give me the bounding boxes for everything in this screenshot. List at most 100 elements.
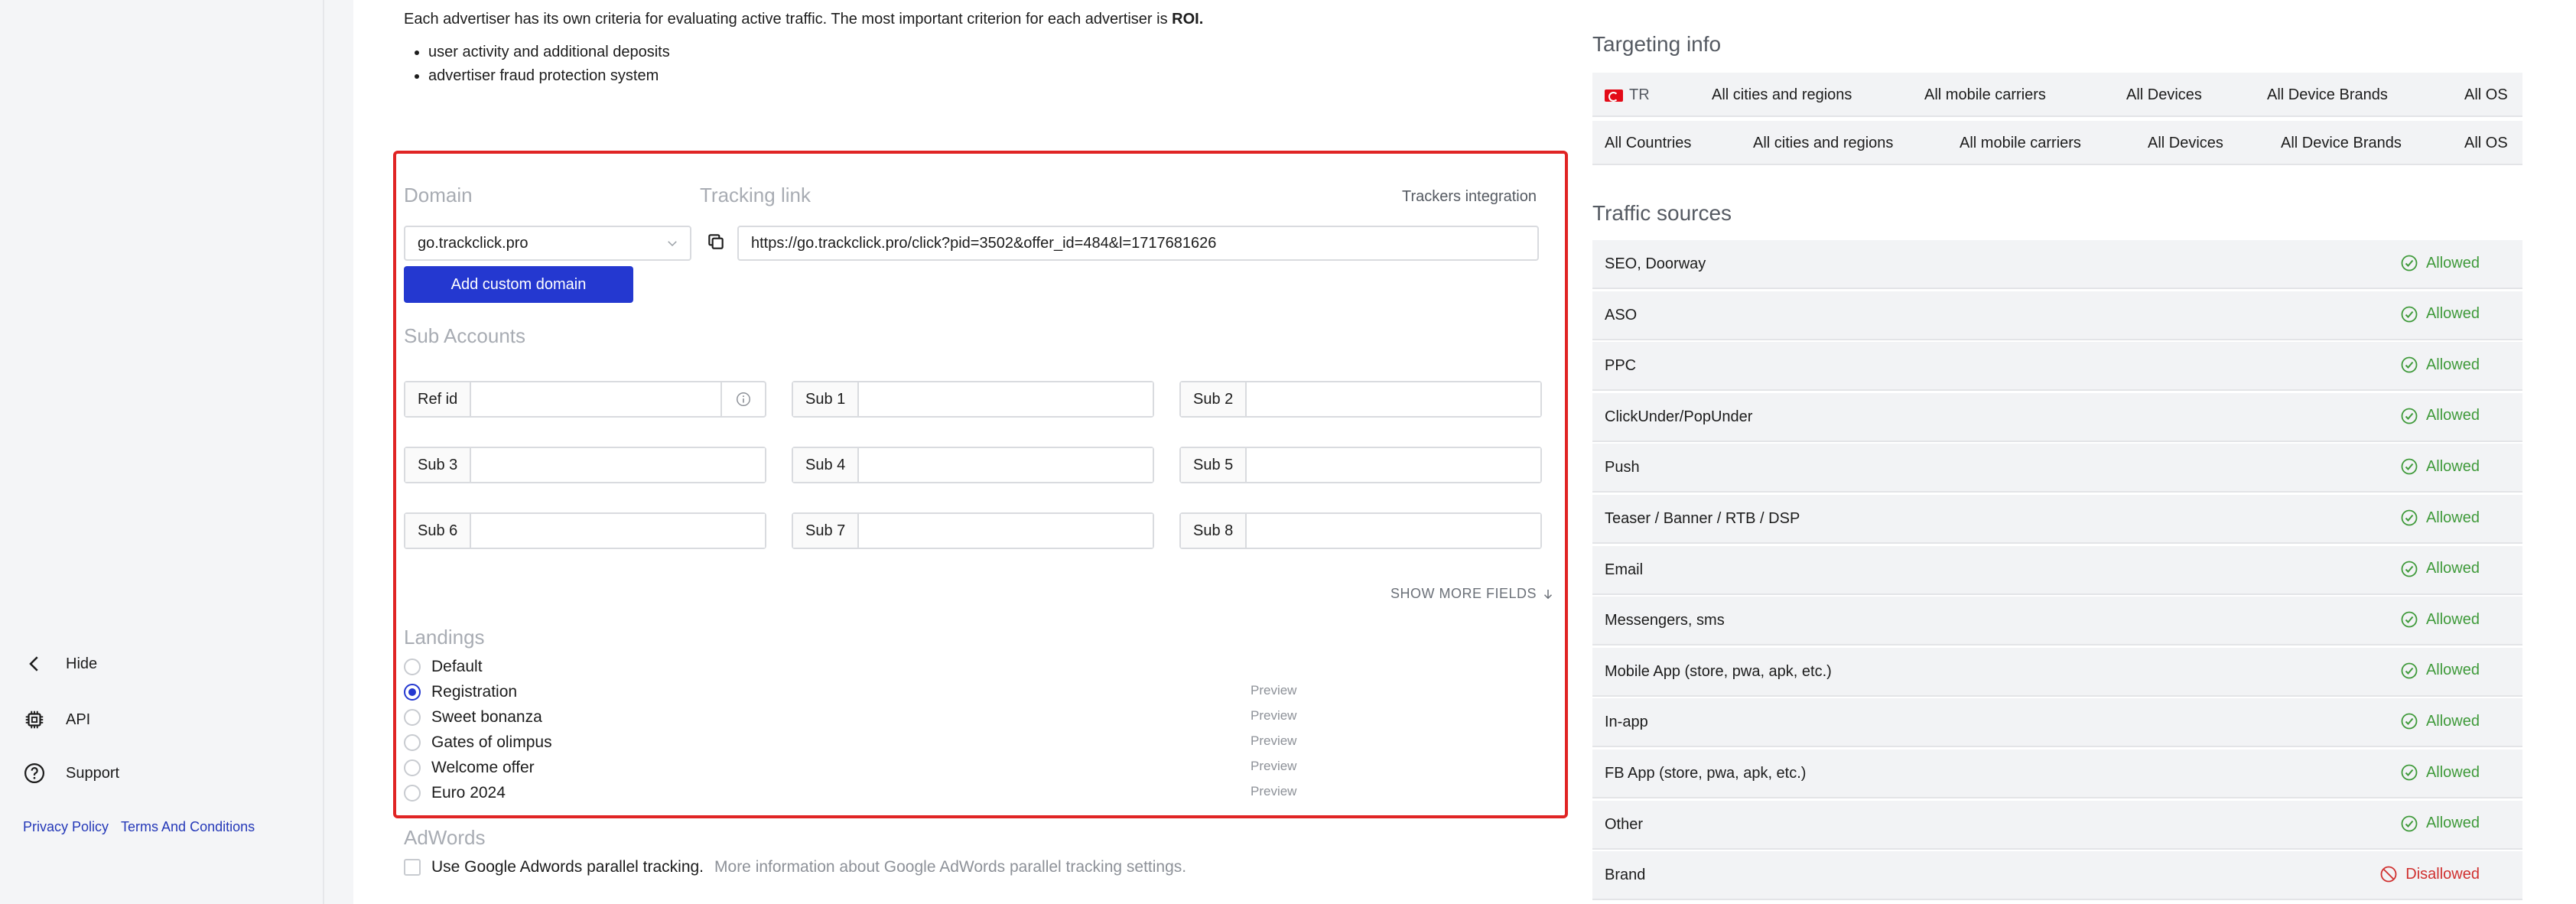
traffic-source-status: Allowed [2400,407,2480,425]
traffic-source-status: Allowed [2400,815,2480,833]
targeting-os: All OS [2464,86,2508,103]
sub4-input[interactable] [859,448,1153,482]
intro-bullet: user activity and additional deposits [428,44,1203,61]
intro-paragraph: Each advertiser has its own criteria for… [404,11,1204,28]
preview-link[interactable]: Preview [1251,733,1296,749]
copy-icon[interactable] [706,232,726,252]
footer-links: Privacy Policy Terms And Conditions [23,819,255,835]
traffic-source-name: Mobile App (store, pwa, apk, etc.) [1605,662,1832,680]
sub3-label: Sub 3 [405,448,471,482]
sub1-input[interactable] [859,382,1153,416]
sub1-field: Sub 1 [792,381,1154,418]
traffic-source-name: PPC [1605,357,1637,375]
preview-link[interactable]: Preview [1251,708,1296,724]
info-button[interactable] [720,382,765,416]
sub6-input[interactable] [471,514,765,548]
api-nav-item[interactable]: API [23,708,90,731]
chip-icon [25,711,44,729]
chevron-left-icon [29,656,38,671]
terms-link[interactable]: Terms And Conditions [121,819,255,835]
targeting-os: All OS [2464,135,2508,151]
domain-select-value: go.trackclick.pro [418,234,529,252]
support-nav-item[interactable]: Support [23,762,119,785]
traffic-source-status: Allowed [2400,662,2480,680]
radio-button[interactable] [404,734,421,751]
sub7-input[interactable] [859,514,1153,548]
sub8-input[interactable] [1247,514,1540,548]
api-label: API [66,711,91,728]
targeting-row: TR All cities and regions All mobile car… [1592,73,2522,117]
adwords-checkbox[interactable] [404,859,421,876]
radio-button[interactable] [404,759,421,776]
traffic-source-row: In-app Allowed [1592,698,2522,748]
traffic-source-row: Mobile App (store, pwa, apk, etc.) Allowe… [1592,647,2522,697]
preview-link[interactable]: Preview [1251,784,1296,799]
intro-emphasis: ROI. [1172,11,1204,28]
check-circle-icon [2401,764,2418,781]
sub2-input[interactable] [1247,382,1540,416]
traffic-source-status: Allowed [2400,305,2480,324]
radio-button[interactable] [404,658,421,675]
add-custom-domain-button[interactable]: Add custom domain [404,266,633,303]
tracking-link-field[interactable]: https://go.trackclick.pro/click?pid=3502… [737,226,1539,261]
trackers-integration-link[interactable]: Trackers integration [1402,188,1537,206]
landing-option[interactable]: Default [404,658,483,676]
traffic-source-row: ASO Allowed [1592,291,2522,340]
intro-bullets: user activity and additional deposits ad… [404,44,1203,85]
sub5-input[interactable] [1247,448,1540,482]
ref-id-input[interactable] [471,382,720,416]
privacy-policy-link[interactable]: Privacy Policy [23,819,109,835]
chevron-down-icon [668,241,677,247]
traffic-source-status: Allowed [2400,610,2480,629]
sub6-field: Sub 6 [404,512,766,549]
traffic-source-row: Messengers, sms Allowed [1592,597,2522,646]
traffic-source-name: Other [1605,815,1644,833]
adwords-more-info-link[interactable]: More information about Google AdWords pa… [714,858,1186,876]
landings-label: Landings [404,626,485,649]
intro-text: Each advertiser has its own criteria for… [404,11,1203,91]
targeting-cities: All cities and regions [1712,86,1852,103]
sub7-label: Sub 7 [793,514,859,548]
traffic-source-status: Allowed [2400,560,2480,578]
show-more-fields-button[interactable]: SHOW MORE FIELDS [1390,586,1555,602]
ref-id-field: Ref id [404,381,766,418]
check-circle-icon [2401,408,2418,424]
adwords-parallel-tracking-option[interactable]: Use Google Adwords parallel tracking. Mo… [404,858,1186,876]
arrow-down-icon [1543,589,1553,599]
traffic-source-row: Other Allowed [1592,800,2522,850]
landing-option[interactable]: Registration [404,683,517,701]
traffic-source-name: FB App (store, pwa, apk, etc.) [1605,765,1807,782]
radio-button-selected[interactable] [404,684,421,701]
radio-button[interactable] [404,709,421,726]
targeting-row: All Countries All cities and regions All… [1592,121,2522,165]
landing-option[interactable]: Sweet bonanza [404,708,542,727]
radio-button[interactable] [404,785,421,802]
traffic-sources-title: Traffic sources [1592,201,1732,225]
traffic-source-row: SEO, Doorway Allowed [1592,240,2522,289]
traffic-source-row: Teaser / Banner / RTB / DSP Allowed [1592,495,2522,544]
traffic-source-status: Allowed [2400,763,2480,782]
check-circle-icon [2401,306,2418,322]
preview-link[interactable]: Preview [1251,759,1296,774]
traffic-source-status: Allowed [2400,457,2480,476]
traffic-source-name: Email [1605,561,1644,578]
sidebar: Hide API Support Privacy Policy Terms An… [0,0,324,904]
check-circle-icon [2401,356,2418,373]
traffic-source-name: Brand [1605,867,1646,884]
sub3-input[interactable] [471,448,765,482]
targeting-carriers: All mobile carriers [1924,86,2046,103]
targeting-carriers: All mobile carriers [1960,135,2081,151]
traffic-source-name: Push [1605,459,1640,476]
check-circle-icon [2401,255,2418,272]
traffic-source-status: Allowed [2400,509,2480,527]
sub4-label: Sub 4 [793,448,859,482]
preview-link[interactable]: Preview [1251,683,1296,698]
landing-option[interactable]: Gates of olimpus [404,733,552,752]
domain-select[interactable]: go.trackclick.pro [404,226,691,261]
landing-option[interactable]: Welcome offer [404,759,535,777]
traffic-source-name: ASO [1605,306,1638,324]
targeting-brands: All Device Brands [2281,135,2402,151]
hide-sidebar-button[interactable]: Hide [23,652,97,675]
turkey-flag-icon [1605,89,1623,102]
landing-option[interactable]: Euro 2024 [404,784,506,802]
